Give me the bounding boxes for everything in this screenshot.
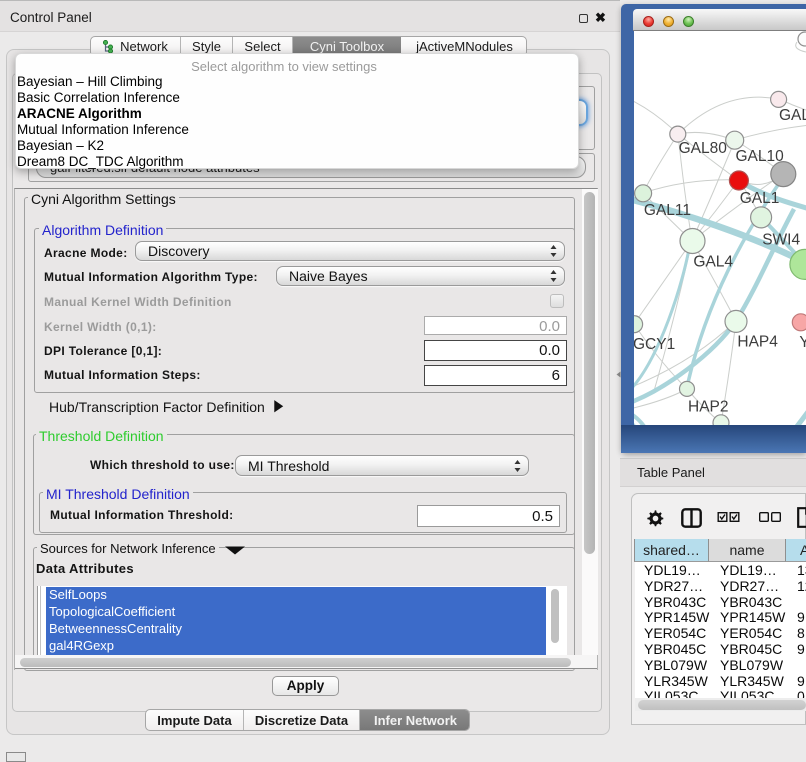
svg-text:GAL80: GAL80 [679, 140, 728, 157]
svg-text:GAL4: GAL4 [693, 254, 733, 271]
svg-text:GAL1: GAL1 [740, 190, 780, 207]
svg-text:HAP4: HAP4 [737, 334, 778, 351]
svg-text:GCY1: GCY1 [634, 336, 675, 353]
svg-text:SWI4: SWI4 [762, 232, 800, 249]
svg-text:Y: Y [799, 334, 806, 351]
svg-text:GAL11: GAL11 [644, 202, 691, 219]
svg-text:GAL7: GAL7 [779, 107, 806, 124]
svg-text:HAP2: HAP2 [688, 399, 729, 416]
svg-text:GAL10: GAL10 [736, 148, 785, 165]
